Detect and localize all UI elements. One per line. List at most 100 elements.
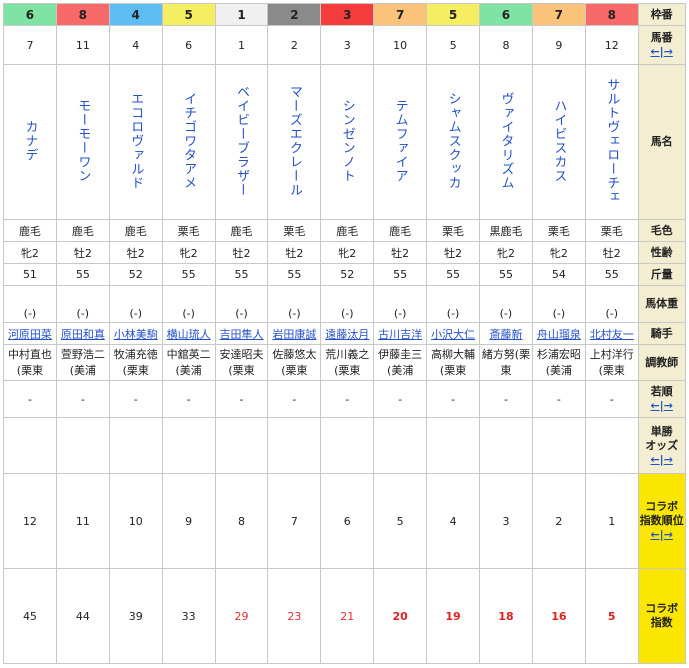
horse-name-link[interactable]: エコロヴァルド: [126, 92, 145, 190]
trainer-stable: (美浦: [69, 363, 96, 377]
jockey-cell[interactable]: 古川吉洋: [373, 322, 428, 345]
horse-name-cell[interactable]: イチゴワタアメ: [161, 64, 216, 220]
coat-color: 鹿毛: [230, 224, 253, 238]
weight-carried: 52: [128, 268, 143, 281]
body-weight: (-): [605, 307, 619, 320]
wakajun-sort-right-link[interactable]: →: [664, 399, 673, 412]
colabo-rank: 9: [185, 514, 193, 528]
umaban-cell: 6: [161, 25, 216, 65]
horse-name-cell[interactable]: シンゼンノト: [320, 64, 375, 220]
wakajun-header-label: 若順: [650, 385, 673, 398]
weight-carried: 52: [340, 268, 355, 281]
jockey-link[interactable]: 小林美駒: [114, 328, 158, 341]
horse-name-cell[interactable]: カナデ: [3, 64, 57, 220]
jockey-link[interactable]: 原田和真: [61, 328, 105, 341]
jockey-link[interactable]: 岩田康誠: [272, 328, 316, 341]
colabo-rank: 1: [608, 514, 616, 528]
jockey-link[interactable]: 小沢大仁: [431, 328, 475, 341]
weight-carried: 55: [287, 268, 302, 281]
jockey-link[interactable]: 河原田菜: [8, 328, 52, 341]
tansho-sort-right-link[interactable]: →: [664, 453, 673, 466]
tansho-sort-nav: ←|→: [639, 453, 684, 467]
horse-name-cell[interactable]: テムファイア: [373, 64, 428, 220]
trainer-line-1: 伊藤圭三: [375, 347, 426, 363]
colabo-index-label-2: 指数: [639, 616, 684, 630]
horse-name-link[interactable]: ヴァイタリズム: [496, 92, 515, 190]
horse-name-cell[interactable]: シャムスクッカ: [426, 64, 481, 220]
horse-name-cell[interactable]: エコロヴァルド: [108, 64, 163, 220]
jockey-cell[interactable]: 遠藤汰月: [320, 322, 375, 345]
kishu-header: 騎手: [637, 322, 686, 345]
jockey-link[interactable]: 北村友一: [590, 328, 634, 341]
horse-name-cell[interactable]: ヴァイタリズム: [479, 64, 533, 220]
trainer-line-2: (美浦: [375, 363, 426, 379]
jockey-cell[interactable]: 小沢大仁: [426, 322, 481, 345]
waku-cell: 2: [267, 3, 322, 26]
horse-name-link[interactable]: サルトヴェローチェ: [602, 78, 621, 204]
horse-name-link[interactable]: シャムスクッカ: [444, 92, 463, 190]
colabo-index: 39: [128, 609, 143, 623]
jockey-link[interactable]: 横山琉人: [167, 328, 211, 341]
coat-color: 鹿毛: [124, 224, 147, 238]
seirei-row: 牝2 牡2 牡2 牝2 牡2 牡2 牝2 牡2 牡2 牝2 牝2 牡2 性齢: [3, 241, 686, 264]
jockey-cell[interactable]: 小林美駒: [108, 322, 163, 345]
trainer-line-2: (美浦: [163, 363, 214, 379]
umaban-cell: 9: [531, 25, 586, 65]
wakajun-cell: -: [267, 380, 322, 418]
jockey-cell[interactable]: 舟山瑠泉: [531, 322, 586, 345]
colabo-index-cell: 21: [320, 568, 375, 664]
coat-color: 栗毛: [442, 224, 465, 238]
sex-age-cell: 牡2: [373, 241, 428, 264]
horse-name-link[interactable]: シンゼンノト: [338, 99, 357, 183]
jockey-cell[interactable]: 横山琉人: [161, 322, 216, 345]
horse-name-cell[interactable]: モーモーワン: [55, 64, 110, 220]
horse-name-link[interactable]: モーモーワン: [73, 99, 92, 183]
jockey-cell[interactable]: 岩田康誠: [267, 322, 322, 345]
jockey-cell[interactable]: 吉田隼人: [214, 322, 269, 345]
wakajun-value: -: [27, 392, 32, 406]
horse-name-cell[interactable]: ベイビーブラザー: [214, 64, 269, 220]
colabo-index-cell: 29: [214, 568, 269, 664]
jockey-link[interactable]: 古川吉洋: [378, 328, 422, 341]
jockey-link[interactable]: 斎藤新: [489, 328, 522, 341]
colabo-index-cell: 39: [108, 568, 163, 664]
horse-name-link[interactable]: イチゴワタアメ: [179, 92, 198, 190]
jockey-link[interactable]: 吉田隼人: [220, 328, 264, 341]
umaban-sort-right-link[interactable]: →: [664, 45, 673, 58]
horse-name-link[interactable]: テムファイア: [391, 99, 410, 183]
jockey-cell[interactable]: 斎藤新: [479, 322, 533, 345]
wakajun-sort-left-link[interactable]: ←: [650, 399, 659, 412]
jockey-link[interactable]: 遠藤汰月: [325, 328, 369, 341]
trainer-line-2: (栗東: [428, 363, 479, 379]
umaban-cell: 1: [214, 25, 269, 65]
colabo-rank-sort-right-link[interactable]: →: [664, 528, 673, 541]
odds-cell: [373, 417, 428, 474]
colabo-index-label-text-1: コラボ: [645, 602, 679, 615]
body-weight-cell: (-): [267, 285, 322, 323]
jockey-cell[interactable]: 河原田菜: [3, 322, 57, 345]
horse-name-cell[interactable]: マーズエクレール: [267, 64, 322, 220]
trainer-cell: 伊藤圭三 (美浦: [373, 344, 428, 381]
colabo-rank-sort-left-link[interactable]: ←: [650, 528, 659, 541]
colabo-rank: 4: [449, 514, 457, 528]
wakajun-value: -: [609, 392, 614, 406]
horse-name-link[interactable]: カナデ: [20, 120, 39, 162]
trainer-cell: 中舘英二 (美浦: [161, 344, 216, 381]
umaban-sort-left-link[interactable]: ←: [650, 45, 659, 58]
horse-name-cell[interactable]: サルトヴェローチェ: [584, 64, 639, 220]
jockey-link[interactable]: 舟山瑠泉: [537, 328, 581, 341]
trainer-cell: 安達昭夫 (栗東: [214, 344, 269, 381]
wakajun-value: -: [239, 392, 244, 406]
horse-name-link[interactable]: ベイビーブラザー: [232, 85, 251, 197]
jockey-cell[interactable]: 北村友一: [584, 322, 639, 345]
jockey-cell[interactable]: 原田和真: [55, 322, 110, 345]
colabo-rank: 8: [238, 514, 245, 528]
horse-name-link[interactable]: マーズエクレール: [285, 85, 304, 197]
trainer-cell: 佐藤悠太 (栗東: [267, 344, 322, 381]
trainer-line-2: (美浦: [57, 363, 108, 379]
colabo-rank: 6: [343, 514, 351, 528]
colabo-index: 23: [287, 609, 302, 623]
horse-name-cell[interactable]: ハイビスカス: [531, 64, 586, 220]
tansho-sort-left-link[interactable]: ←: [650, 453, 659, 466]
horse-name-link[interactable]: ハイビスカス: [549, 99, 568, 183]
